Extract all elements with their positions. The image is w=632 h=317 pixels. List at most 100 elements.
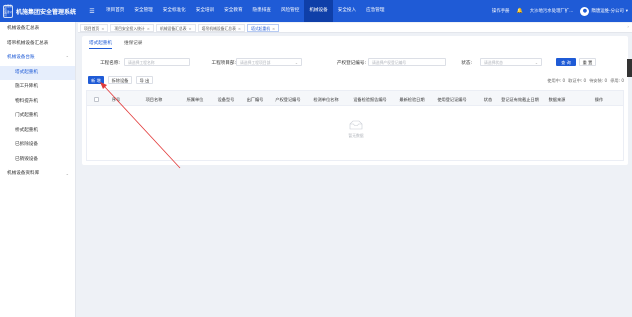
- nav-item-training[interactable]: 安全培训: [191, 0, 219, 22]
- close-icon[interactable]: ×: [238, 26, 241, 31]
- add-button[interactable]: 新 增: [88, 76, 104, 84]
- tab-machinery-summary[interactable]: 机械设备汇总表 ×: [155, 23, 196, 32]
- reset-button[interactable]: 重 置: [579, 58, 596, 66]
- sidebar-item-label: 塔吊机械设备汇总表: [7, 40, 49, 46]
- hamburger-icon[interactable]: ☰: [85, 8, 99, 15]
- close-icon[interactable]: ×: [147, 26, 150, 31]
- top-navbar: 中国路桥 集团公司 机施集团安全管理系统 ☰ 项目首页 安全管理 安全标准化 安…: [0, 0, 632, 22]
- sidebar-item-machinery-summary[interactable]: 机械设备汇总表: [0, 22, 75, 37]
- logo-mark: 中国路桥 集团公司: [3, 4, 13, 18]
- nav-item-hazard[interactable]: 隐患排查: [248, 0, 276, 22]
- count-pending-install: 待安装: 0: [589, 78, 608, 83]
- count-in-use: 使用中: 0: [547, 78, 566, 83]
- sidebar-item-bridge-crane[interactable]: 桥式起重机: [0, 124, 75, 139]
- tab-safety-investment[interactable]: 项目安全投入统计 ×: [110, 23, 154, 32]
- col-serial: 出厂编号: [246, 96, 264, 102]
- main-nav: 项目首页 安全管理 安全标准化 安全培训 安全教育 隐患排查 风险管控 机械设备…: [101, 0, 390, 22]
- project-department-select[interactable]: 请选择工程项目部 ⌄: [236, 58, 302, 66]
- col-inspection-date: 最新检验日期: [399, 96, 425, 102]
- chevron-down-icon: ⌄: [65, 171, 69, 176]
- sidebar-item-label: 机械设备汇总表: [7, 26, 40, 31]
- dismantle-equipment-button[interactable]: 拆除设备: [108, 76, 132, 84]
- search-button[interactable]: 查 询: [556, 58, 576, 66]
- sidebar-item-tower-crane[interactable]: 塔式起重机: [0, 65, 75, 80]
- tab-label: 塔式起重机: [251, 25, 271, 31]
- select-all-cell: [89, 91, 103, 107]
- project-name-label: 工程名称:: [100, 61, 120, 66]
- col-inspector: 检测单位名称: [313, 96, 339, 102]
- sidebar-item-construction-elevator[interactable]: 施工升降机: [0, 80, 75, 95]
- sidebar-item-label: 已销毁设备: [15, 156, 38, 162]
- registration-number-input[interactable]: 请选择产权登记编号: [368, 58, 446, 66]
- sidebar-item-machinery-library[interactable]: 机械设备资料库 ⌄: [0, 167, 75, 182]
- user-name: 隋唐运维-分公司: [591, 9, 624, 14]
- sidebar-item-destroyed[interactable]: 已销毁设备: [0, 153, 75, 168]
- nav-item-education[interactable]: 安全教育: [219, 0, 247, 22]
- nav-item-emergency[interactable]: 应急管理: [361, 0, 389, 22]
- nav-item-investment[interactable]: 安全投入: [333, 0, 361, 22]
- page-tabs: 项目首页 × 项目安全投入统计 × 机械设备汇总表 × 塔吊机械设备汇总表 × 塔式起重…: [78, 23, 632, 33]
- tab-crane-summary[interactable]: 塔吊机械设备汇总表 ×: [197, 23, 246, 32]
- sidebar-item-dismantled[interactable]: 已拆除设备: [0, 138, 75, 153]
- subtab-maintenance-records[interactable]: 维保记录: [124, 40, 142, 49]
- close-icon[interactable]: ×: [272, 26, 275, 31]
- subtab-tower-crane[interactable]: 塔式起重机: [89, 40, 112, 49]
- count-disabled: 停用: 0: [610, 78, 624, 83]
- select-all-checkbox[interactable]: [93, 96, 99, 102]
- sidebar-item-gantry-crane[interactable]: 门式起重机: [0, 109, 75, 124]
- placeholder-text: 请选择工程名称: [128, 60, 155, 65]
- close-icon[interactable]: ×: [189, 26, 192, 31]
- tab-home[interactable]: 项目首页 ×: [80, 23, 109, 32]
- app-logo[interactable]: 中国路桥 集团公司 机施集团安全管理系统: [0, 0, 76, 22]
- col-status: 状态: [483, 96, 493, 102]
- status-select[interactable]: 请选择状态 ⌄: [480, 58, 542, 66]
- tab-label: 项目安全投入统计: [114, 25, 145, 31]
- sidebar-item-material-hoist[interactable]: 物料提升机: [0, 95, 75, 110]
- bell-icon[interactable]: 🔔: [517, 8, 523, 14]
- user-menu[interactable]: ● 隋唐运维-分公司 ▾: [580, 6, 628, 16]
- sidebar-item-label: 门式起重机: [15, 113, 38, 118]
- sidebar-item-label: 物料提升机: [15, 98, 38, 104]
- chevron-down-icon: ⌄: [294, 60, 298, 65]
- nav-item-risk[interactable]: 风险管控: [276, 0, 304, 22]
- tab-label: 项目首页: [84, 25, 100, 31]
- registration-number-label: 产权登记编号:: [336, 61, 366, 66]
- sidebar-item-machinery-ledger[interactable]: 机械设备台账 ⌃: [0, 51, 75, 66]
- tab-label: 机械设备汇总表: [159, 25, 187, 31]
- nav-item-machinery[interactable]: 机械设备: [304, 0, 333, 22]
- placeholder-text: 请选择状态: [484, 60, 503, 65]
- main-panel: 塔式起重机 维保记录 工程名称: 请选择工程名称 工程项目部: 请选择工程项目部…: [82, 36, 628, 165]
- nav-item-home[interactable]: 项目首页: [101, 0, 129, 22]
- close-icon[interactable]: ×: [101, 26, 104, 31]
- count-certifying: 取证中: 0: [568, 78, 587, 83]
- export-button[interactable]: 导 出: [136, 76, 153, 84]
- empty-state-text: 暂无数据: [348, 133, 364, 138]
- col-data-source: 数据来源: [548, 96, 566, 102]
- project-name-input[interactable]: 请选择工程名称: [124, 58, 190, 66]
- logo-line-2: 集团公司: [4, 11, 12, 17]
- col-registration: 产权登记编号: [275, 96, 301, 102]
- nav-item-safety-management[interactable]: 安全管理: [129, 0, 157, 22]
- table-body: 暂无数据: [86, 106, 624, 161]
- sidebar-item-crane-summary[interactable]: 塔吊机械设备汇总表: [0, 37, 75, 52]
- sidebar-item-label: 施工升降机: [15, 84, 38, 89]
- tab-tower-crane[interactable]: 塔式起重机 ×: [247, 23, 280, 32]
- chevron-up-icon: ⌃: [65, 55, 69, 60]
- sidebar-item-label: 机械设备资料库: [7, 171, 40, 176]
- side-handle[interactable]: [627, 59, 632, 77]
- nav-item-standardization[interactable]: 安全标准化: [158, 0, 191, 22]
- top-right-tools: 操作手册 🔔 大沙地污水处理厂扩... ● 隋唐运维-分公司 ▾: [492, 0, 628, 22]
- chevron-right-icon[interactable]: ›: [627, 24, 629, 29]
- chevron-down-icon: ▾: [625, 8, 628, 14]
- app-title: 机施集团安全管理系统: [15, 8, 76, 16]
- status-counts: 使用中: 0 取证中: 0 待安装: 0 停用: 0: [547, 78, 624, 84]
- org-selector[interactable]: 大沙地污水处理厂扩...: [530, 8, 574, 14]
- manual-link[interactable]: 操作手册: [492, 8, 510, 14]
- project-department-label: 工程项目部:: [211, 61, 236, 66]
- avatar: ●: [580, 6, 590, 16]
- tab-label: 塔吊机械设备汇总表: [201, 25, 236, 31]
- sidebar: 机械设备汇总表 塔吊机械设备汇总表 机械设备台账 ⌃ 塔式起重机 施工升降机 物料…: [0, 22, 76, 317]
- sidebar-item-label: 桥式起重机: [15, 127, 38, 133]
- sidebar-item-label: 塔式起重机: [15, 69, 38, 75]
- sidebar-item-label: 已拆除设备: [15, 142, 38, 147]
